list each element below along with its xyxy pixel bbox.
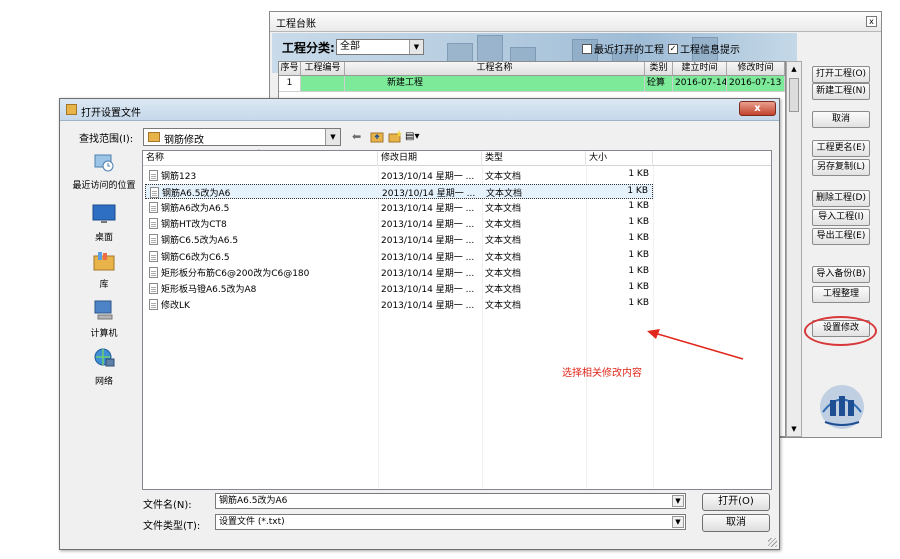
cell-modified: 2016-07-13 [727,76,785,91]
column-header[interactable]: 类别 [645,62,673,75]
import-project-button[interactable]: 导入工程(I) [812,209,870,226]
title-bar[interactable]: 工程台账 x [270,12,881,32]
filename-value: 钢筋A6.5改为A6 [219,496,288,506]
checkbox-label: 工程信息提示 [680,45,740,56]
close-icon[interactable]: x [866,16,877,27]
rename-project-button[interactable]: 工程更名(E) [812,140,870,157]
view-menu-icon[interactable]: ▤▾ [405,130,419,144]
network-icon [94,348,115,367]
place-recent[interactable]: 最近访问的位置 [68,151,140,191]
look-in-select[interactable]: 钢筋修改 ▼ [143,128,341,146]
desktop-icon [92,204,116,223]
place-label: 网络 [94,377,113,387]
dialog-title: 打开设置文件 [81,108,141,119]
annotation-circle [804,316,877,346]
resize-grip-icon[interactable] [768,538,777,547]
computer-icon [94,300,113,320]
save-as-copy-button[interactable]: 另存复制(L) [812,159,870,176]
column-header[interactable]: 建立时间 [673,62,727,75]
tidy-project-button[interactable]: 工程整理 [812,286,870,303]
open-settings-dialog: 打开设置文件 x 查找范围(I): 钢筋修改 ▼ ⬅ ▤▾ 最近访问的位置 桌面 [59,98,780,550]
column-header[interactable]: 序号 [279,62,301,75]
category-value: 全部 [340,41,360,52]
export-project-button[interactable]: 导出工程(E) [812,228,870,245]
cancel-button[interactable]: 取消 [702,514,770,532]
cell-type: 砼算 [645,76,673,91]
new-folder-icon[interactable] [388,130,402,144]
filetype-label: 文件类型(T): [143,521,201,532]
filetype-select[interactable]: 设置文件 (*.txt) ▼ [215,514,686,530]
cell-no: 1 [279,76,301,91]
chevron-down-icon[interactable]: ▼ [325,129,340,145]
filename-label: 文件名(N): [143,500,192,511]
filename-input[interactable]: 钢筋A6.5改为A6 ▼ [215,493,686,509]
close-icon[interactable]: x [739,101,776,116]
place-libraries[interactable]: 库 [68,250,140,290]
file-list: 名称 ˄ 修改日期 类型 大小 钢筋123 2013/10/14 星期一 ... 文… [142,149,772,490]
library-icon [93,252,115,271]
project-info-checkbox[interactable]: ✓ 工程信息提示 [668,41,740,56]
new-project-button[interactable]: 新建工程(N) [812,83,870,100]
table-header: 序号 工程编号 工程名称 类别 建立时间 修改时间 [279,62,785,76]
place-desktop[interactable]: 桌面 [68,203,140,243]
place-network[interactable]: 网络 [68,347,140,387]
recent-places-icon [94,154,114,172]
filetype-value: 设置文件 (*.txt) [219,517,285,527]
cancel-button[interactable]: 取消 [812,111,870,128]
look-in-label: 查找范围(I): [79,134,134,145]
table-scrollbar[interactable]: ▲ ▼ [786,61,802,437]
open-project-button[interactable]: 打开工程(O) [812,66,870,83]
places-bar: 最近访问的位置 桌面 库 计算机 网络 [68,151,140,491]
place-label: 计算机 [90,329,118,339]
cell-name: 新建工程 [345,76,645,91]
column-header[interactable]: 工程编号 [301,62,345,75]
cell-created: 2016-07-14 [673,76,727,91]
chevron-down-icon[interactable]: ▼ [409,40,423,54]
chevron-down-icon[interactable]: ▼ [672,495,684,507]
recent-projects-checkbox[interactable]: 最近打开的工程 [582,41,664,56]
column-header[interactable]: 工程名称 [345,62,645,75]
restore-backup-button[interactable]: 导入备份(B) [812,266,870,283]
column-header[interactable]: 修改时间 [727,62,785,75]
annotation-text: 选择相关修改内容 [562,368,642,379]
folder-icon [148,132,160,142]
category-label: 工程分类: [282,41,335,55]
checkbox-label: 最近打开的工程 [594,45,664,56]
annotation-arrow [647,329,744,360]
place-label: 最近访问的位置 [72,181,136,191]
scroll-up-icon[interactable]: ▲ [787,62,801,76]
open-button[interactable]: 打开(O) [702,493,770,511]
scroll-down-icon[interactable]: ▼ [787,422,801,436]
table-row[interactable]: 1 新建工程 砼算 2016-07-14 2016-07-13 [279,76,785,92]
delete-project-button[interactable]: 删除工程(D) [812,190,870,207]
back-arrow-icon[interactable]: ⬅ [352,130,361,144]
company-logo [820,385,864,429]
place-label: 桌面 [94,233,113,243]
checkbox-box[interactable]: ✓ [668,43,678,54]
place-computer[interactable]: 计算机 [68,299,140,339]
cell-code [301,76,345,91]
look-in-value: 钢筋修改 [164,135,204,146]
category-select[interactable]: 全部 ▼ [336,39,424,55]
dialog-title-bar[interactable]: 打开设置文件 x [60,99,779,121]
up-folder-icon[interactable] [370,130,384,144]
checkbox-box[interactable] [582,43,592,54]
window-title: 工程台账 [276,19,316,30]
scroll-thumb[interactable] [789,78,799,112]
chevron-down-icon[interactable]: ▼ [672,516,684,528]
place-label: 库 [99,280,109,290]
dialog-app-icon [66,104,77,115]
